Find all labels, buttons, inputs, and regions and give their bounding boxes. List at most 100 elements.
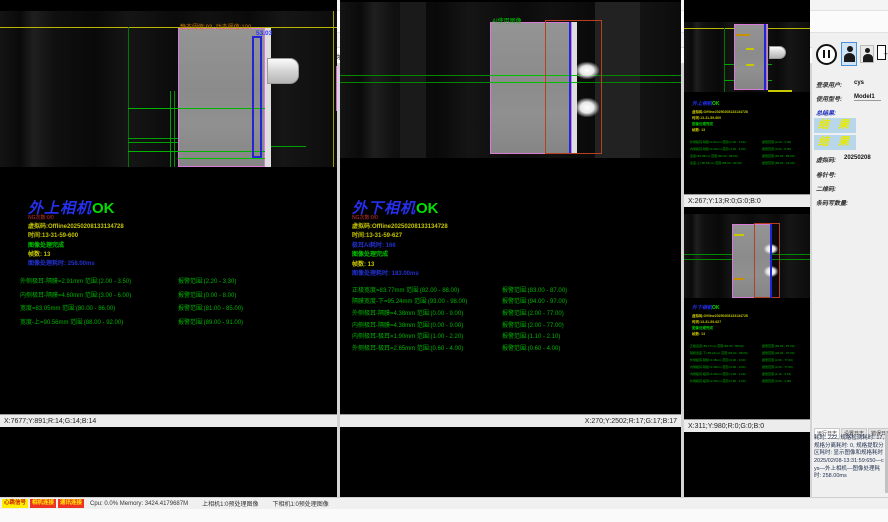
coords-status-bar: X:270;Y:2502;R:17;G:17;B:17 (340, 414, 681, 427)
thumb-title: 外下相机OK (692, 304, 720, 311)
tab-object (267, 58, 299, 84)
virtual-code-line: 虚拟码:Offline20250208133134728 (352, 221, 448, 230)
thumb-code-line: 虚拟码:Offline20250208133134728 (692, 314, 748, 319)
threshold-label: 静态阈值:93, 动态阈值:100 (180, 22, 251, 31)
measurement-row: 外侧极耳-隔膜=4.38mm 范围:(0.00 - 9.00) (352, 308, 463, 317)
measurement-row: 隔膜宽度-下=95.24mm 范围:(93.00 - 98.00) (352, 296, 467, 305)
thumb-alarm: 报警范围:(81.00 - 85.00) (762, 154, 795, 158)
thumb-time-line: 时间:13-31-59-627 (692, 320, 721, 325)
camera-view-lower: AI使用图像 外下相机OK NG次数:0/0 虚拟码:Offline202502… (340, 0, 681, 433)
process-done-line: 图像处理完成 (352, 249, 388, 258)
vcode-value: 20250208 (844, 155, 871, 161)
pause-icon (823, 50, 826, 58)
alarm-range: 报警范围:(2.20 - 3.30) (178, 276, 236, 285)
alarm-range: 报警范围:(83.00 - 87.00) (502, 285, 567, 294)
thumb-alarm: 报警范围:(1.10 - 2.10) (762, 372, 791, 376)
ai-elapsed-line: 极耳AI耗时: 166 (352, 240, 396, 249)
thumb-measurement: 外侧极耳-极耳=2.65mm 范围:(0.60 - 4.00) (690, 379, 746, 383)
barcode-count-label: 条码写数量: (816, 198, 848, 207)
needle-label: 卷针号: (816, 170, 836, 179)
measure-rect (252, 36, 262, 158)
thumb-alarm: 报警范围:(83.00 - 87.00) (762, 344, 795, 348)
thumb-code-line: 虚拟码:Offline20250208133134728 (692, 110, 748, 115)
time-line: 时间:13-31-59-600 (28, 230, 78, 239)
thumb-alarm: 报警范围:(94.00 - 97.00) (762, 351, 795, 355)
ai-image-label: AI使用图像 (492, 16, 522, 25)
exit-button[interactable]: → (876, 44, 888, 63)
measurement-row: 内侧极耳-极耳=1.90mm 范围:(1.00 - 2.20) (352, 331, 463, 340)
alarm-range: 报警范围:(94.00 - 97.00) (502, 296, 567, 305)
thumb-frame-line: 帧数: 13 (692, 332, 705, 337)
measurement-row: 内侧极耳-隔膜=4.60mm 范围:(3.00 - 6.00) (20, 290, 131, 299)
thumb-alarm: 报警范围:(2.00 - 77.00) (762, 358, 793, 362)
thumbnail-column: 外上相机OK 虚拟码:Offline20250208133134728 时间:1… (684, 0, 810, 433)
comm-status-badge: 通讯连接 (58, 499, 84, 508)
thumb-measurement: 外侧极耳-隔膜=2.91mm 范围:(2.00 - 3.50) (690, 140, 746, 144)
vcode-label: 虚拟码: (816, 155, 836, 164)
login-user-value: cys (854, 80, 864, 86)
camera-image-lower[interactable]: AI使用图像 (340, 2, 681, 158)
coords-status-bar: X:267;Y:13;R:0;G:0;B:0 (684, 194, 810, 207)
process-done-line: 图像处理完成 (28, 240, 64, 249)
elapsed-line: 图像处理耗时: 183.00ms (352, 268, 419, 277)
log-text: 耗时: 222, 规格检测耗时: 17, 规格分离耗时: 0, 规格提取分区耗时… (814, 435, 884, 481)
thumb-alarm: 报警范围:(0.60 - 4.00) (762, 379, 791, 383)
measurement-row: 正极宽度=83.77mm 范围:(82.00 - 88.00) (352, 285, 459, 294)
thumb-frame-line: 帧数: 13 (692, 128, 705, 133)
alarm-range: 报警范围:(89.00 - 91.00) (178, 317, 243, 326)
app-window: CVS-视觉检测系统 系统配置 相机配置 通讯配置 IO手配置 ▾ 光源控制配置… (0, 0, 888, 522)
pause-button[interactable] (816, 44, 837, 65)
measurement-row: 宽度=83.05mm 范围:(80.00 - 86.00) (20, 303, 115, 312)
alarm-range: 报警范围:(0.00 - 8.00) (178, 290, 236, 299)
camera-image-upper[interactable]: 静态阈值:93, 动态阈值:100 53.03 (0, 11, 337, 167)
ng-count-line: NG次数:0/0 (352, 214, 378, 221)
qrcode-label: 二维码: (816, 184, 836, 193)
thumb-measurement: 宽度=83.05mm 范围:(80.00 - 86.00) (690, 154, 738, 158)
result-badge: 结 果 (814, 118, 856, 133)
virtual-code-line: 虚拟码:Offline20250208133134728 (28, 221, 124, 230)
cpu-memory-info: Cpu: 0.0% Memory: 3424.4179687M (90, 501, 188, 507)
thumb-done-line: 图像处理完成 (692, 122, 713, 127)
total-result-label: 总结果: (816, 108, 836, 117)
user-button[interactable] (860, 45, 874, 63)
thumb-measurement: 隔膜宽度-下=95.24mm 范围:(93.00 - 98.00) (690, 351, 748, 355)
login-user-button[interactable] (841, 42, 857, 66)
heartbeat-badge: 心跳信号 (2, 499, 28, 508)
thumb-measurement: 外侧极耳-隔膜=4.38mm 范围:(0.00 - 9.00) (690, 358, 746, 362)
thumb-measurement: 内侧极耳-隔膜=4.38mm 范围:(0.00 - 9.00) (690, 365, 746, 369)
thumb-title: 外上相机OK (692, 100, 720, 107)
roi-rect (545, 20, 602, 154)
alarm-range: 报警范围:(1.10 - 2.10) (502, 331, 560, 340)
measurement-row: 内侧极耳-隔膜=4.38mm 范围:(0.00 - 9.00) (352, 320, 463, 329)
result-badge: 结 果 (814, 135, 856, 150)
thumb-measurement: 内侧极耳-极耳=1.90mm 范围:(1.00 - 2.20) (690, 372, 746, 376)
right-panel: → 登录用户: cys 使用型号: Model1 总结果: 结 果 结 果 虚拟… (812, 33, 888, 497)
thumbnail-lower[interactable]: 外下相机OK 虚拟码:Offline20250208133134728 时间:1… (684, 207, 810, 433)
camera-status-badge: 相机连接 (30, 499, 56, 508)
alarm-range: 报警范围:(0.60 - 4.00) (502, 343, 560, 352)
thumbnail-upper[interactable]: 外上相机OK 虚拟码:Offline20250208133134728 时间:1… (684, 0, 810, 207)
measurement-row: 外侧极耳-隔膜=2.91mm 范围:(2.00 - 3.50) (20, 276, 131, 285)
frame-count-line: 帧数: 13 (28, 249, 50, 258)
thumb-measurement: 宽度-上=90.56mm 范围:(88.00 - 92.00) (690, 161, 742, 165)
coords-status-bar: X:311;Y:980;R:0;G:0;B:0 (684, 419, 810, 432)
login-user-label: 登录用户: (816, 80, 842, 89)
result-ok: OK (92, 200, 115, 217)
bottom-status-bar: 心跳信号 相机连接 通讯连接 Cpu: 0.0% Memory: 3424.41… (0, 497, 888, 509)
ng-count-line: NG次数:0/0 (28, 214, 54, 221)
alarm-range: 报警范围:(2.00 - 77.00) (502, 308, 564, 317)
thumb-alarm: 报警范围:(89.00 - 91.00) (762, 161, 795, 165)
thumb-done-line: 图像处理完成 (692, 326, 713, 331)
thumb-measurement: 正极宽度=83.77mm 范围:(82.00 - 88.00) (690, 344, 744, 348)
alarm-range: 报警范围:(2.00 - 77.00) (502, 320, 564, 329)
thumb-alarm: 报警范围:(2.00 - 77.00) (762, 365, 793, 369)
measurement-row: 宽度-上=90.56mm 范围:(88.00 - 92.00) (20, 317, 123, 326)
model-select[interactable]: Model1 (854, 94, 881, 101)
alarm-range: 报警范围:(81.00 - 85.00) (178, 303, 243, 312)
result-ok: OK (416, 200, 439, 217)
bottom-blank-strip (0, 509, 888, 522)
thumb-measurement: 内侧极耳-隔膜=4.60mm 范围:(3.00 - 6.00) (690, 147, 746, 151)
time-line: 时间:13-31-59-627 (352, 230, 402, 239)
coords-status-bar: X:7677;Y:891;R:14;G:14;B:14 (0, 414, 337, 427)
measurement-row: 外侧极耳-极耳=2.65mm 范围:(0.60 - 4.00) (352, 343, 463, 352)
